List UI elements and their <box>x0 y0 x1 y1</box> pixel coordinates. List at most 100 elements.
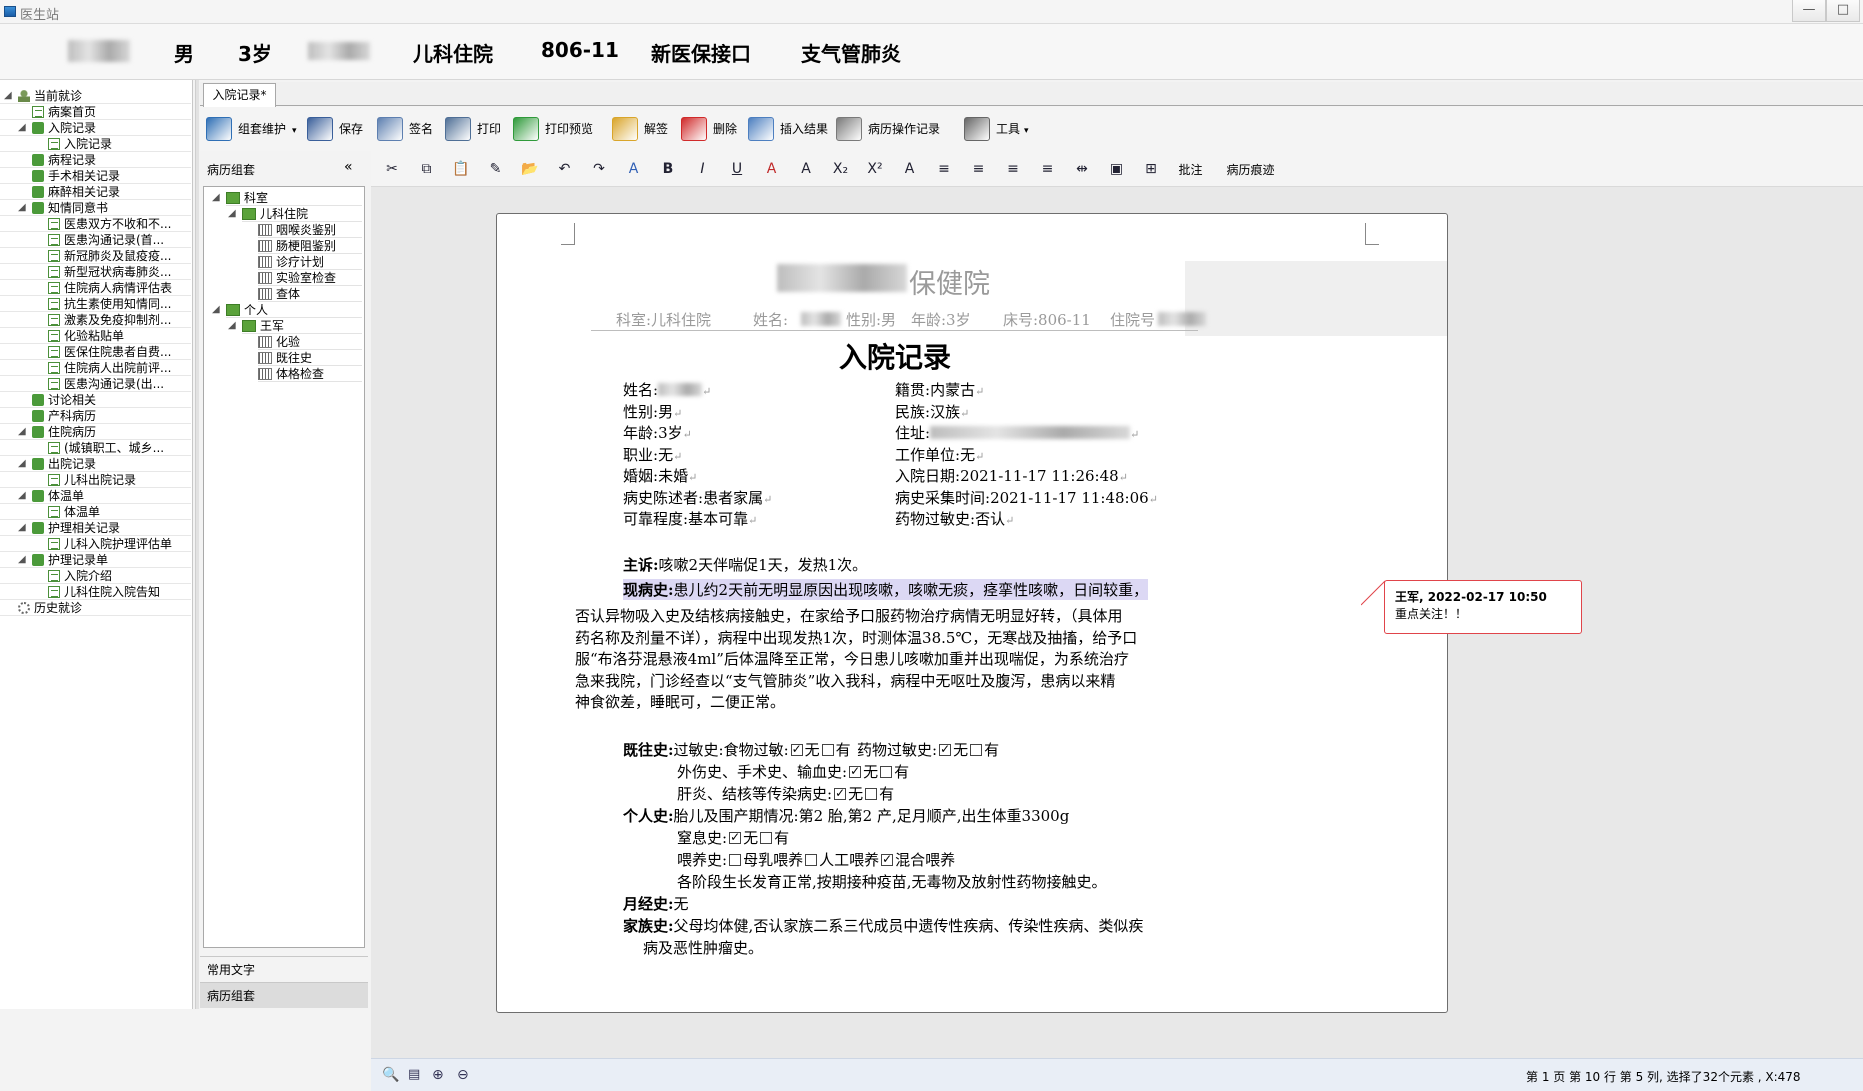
trace-tool-button[interactable]: 病历痕迹 <box>1227 161 1275 178</box>
nav-item[interactable]: 化验粘贴单 <box>0 328 191 344</box>
nav-item[interactable]: 儿科入院护理评估单 <box>0 536 191 552</box>
zoom-page-icon[interactable]: ▤ <box>408 1067 420 1082</box>
hpi-line[interactable]: 神食欲差，睡眠可，二便正常。 <box>575 691 785 712</box>
paste-icon[interactable]: 📋 <box>452 160 470 178</box>
info-field-value[interactable]: 内蒙古 <box>930 381 975 399</box>
hpi-line[interactable]: 否认异物吸入史及结核病接触史，在家给予口服药物治疗病情无明显好转，（具体用 <box>575 605 1123 626</box>
zoom-in-icon[interactable]: 🔍 <box>382 1067 399 1083</box>
expand-icon[interactable]: ◢ <box>18 120 28 135</box>
nav-item[interactable]: 麻醉相关记录 <box>0 184 191 200</box>
trauma-has-checkbox[interactable] <box>880 766 893 778</box>
nav-item[interactable]: 抗生素使用知情同... <box>0 296 191 312</box>
subscript-icon[interactable]: X₂ <box>832 160 850 178</box>
nav-item[interactable]: ◢ 出院记录 <box>0 456 191 472</box>
nav-item[interactable]: 儿科出院记录 <box>0 472 191 488</box>
bold-icon[interactable]: B <box>659 160 677 178</box>
splitter[interactable] <box>195 80 199 1009</box>
nav-item[interactable]: 历史就诊 <box>0 600 191 616</box>
document-page[interactable]: 保健院 科室:儿科住院 姓名: 性别:男 年龄:3岁 床号:806-11 住院号… <box>496 213 1448 1013</box>
info-field-value[interactable]: 无 <box>960 446 975 464</box>
tab-admission-record[interactable]: 入院记录* <box>203 83 276 107</box>
expand-icon[interactable]: ◢ <box>18 552 28 567</box>
table-icon[interactable]: ▣ <box>1108 160 1126 178</box>
nav-item[interactable]: 新型冠状病毒肺炎... <box>0 264 191 280</box>
expand-icon[interactable]: ◢ <box>18 456 28 471</box>
font-icon[interactable]: A <box>625 160 643 178</box>
zoom-plus-icon[interactable]: ⊕ <box>432 1067 444 1083</box>
nav-item[interactable]: 住院病人病情评估表 <box>0 280 191 296</box>
info-field-value[interactable]: 患者家属 <box>703 489 763 507</box>
clear-format-icon[interactable]: A <box>901 160 919 178</box>
hpi-line[interactable]: 急来我院，门诊经查以“支气管肺炎”收入我科，病程中无呕吐及腹泻，患病以来精 <box>575 670 1115 691</box>
nav-item[interactable]: 住院病人出院前评... <box>0 360 191 376</box>
align-left-icon[interactable]: ≡ <box>935 160 953 178</box>
cut-icon[interactable]: ✂ <box>383 160 401 178</box>
undo-icon[interactable]: ↶ <box>556 160 574 178</box>
zoom-minus-icon[interactable]: ⊖ <box>457 1067 469 1083</box>
copy-icon[interactable]: ⧉ <box>418 160 436 178</box>
nav-item[interactable]: 医患沟通记录(首... <box>0 232 191 248</box>
hpi-line[interactable]: 服“布洛芬混悬液4ml”后体温降至正常，今日患儿咳嗽加重并出现喘促，为系统治疗 <box>575 648 1129 669</box>
nav-item[interactable]: ◢ 住院病历 <box>0 424 191 440</box>
food-allergy-has-checkbox[interactable] <box>821 744 834 756</box>
justify-icon[interactable]: ≡ <box>1039 160 1057 178</box>
minimize-button[interactable]: — <box>1792 0 1826 22</box>
superscript-icon[interactable]: X² <box>866 160 884 178</box>
info-field-value[interactable]: 未婚 <box>658 467 688 485</box>
drug-allergy-has-checkbox[interactable] <box>970 744 983 756</box>
mixed-feeding-checkbox[interactable] <box>881 852 894 866</box>
expand-icon[interactable]: ◢ <box>4 88 14 103</box>
nav-item[interactable]: 新冠肺炎及鼠疫疫... <box>0 248 191 264</box>
nav-item[interactable]: 病程记录 <box>0 152 191 168</box>
insert-element-icon[interactable]: ⊞ <box>1142 160 1160 178</box>
info-field-value[interactable]: 汉族 <box>930 403 960 421</box>
info-field-value[interactable]: 无 <box>658 446 673 464</box>
nav-item[interactable]: 手术相关记录 <box>0 168 191 184</box>
highlight-icon[interactable]: A <box>797 160 815 178</box>
info-field-value[interactable]: 2021-11-17 11:26:48 <box>960 467 1119 485</box>
chief-complaint[interactable]: 主诉:咳嗽2天伴喘促1天，发热1次。 <box>623 554 867 575</box>
asphyxia-has-checkbox[interactable] <box>760 832 773 844</box>
info-field-value[interactable]: 男 <box>658 403 673 421</box>
info-field-value[interactable]: 3岁 <box>658 424 683 442</box>
nav-item[interactable]: ◢ 护理记录单 <box>0 552 191 568</box>
drug-allergy-none-checkbox[interactable] <box>939 742 952 756</box>
format-painter-icon[interactable]: ✎ <box>487 160 505 178</box>
italic-icon[interactable]: I <box>694 160 712 178</box>
nav-item[interactable]: ◢ 入院记录 <box>0 120 191 136</box>
expand-icon[interactable]: ◢ <box>18 200 28 215</box>
nav-item[interactable]: 激素及免疫抑制剂... <box>0 312 191 328</box>
comment-box[interactable]: 王军, 2022-02-17 10:50 重点关注！！ <box>1384 580 1582 634</box>
breast-feeding-checkbox[interactable] <box>729 854 742 866</box>
nav-item[interactable]: (城镇职工、城乡... <box>0 440 191 456</box>
font-color-icon[interactable]: A <box>763 160 781 178</box>
nav-item[interactable]: 入院记录 <box>0 136 191 152</box>
trauma-none-checkbox[interactable] <box>849 764 862 778</box>
expand-icon[interactable]: ◢ <box>18 520 28 535</box>
nav-item[interactable]: 医患沟通记录(出... <box>0 376 191 392</box>
hpi-first-line[interactable]: 现病史:患儿约2天前无明显原因出现咳嗽，咳嗽无痰，痉挛性咳嗽，日间较重， <box>623 579 1149 600</box>
info-field-value[interactable]: 否认 <box>975 510 1005 528</box>
underline-icon[interactable]: U <box>728 160 746 178</box>
toolbar-button[interactable]: 工具 ▾ <box>964 115 1029 143</box>
expand-icon[interactable]: ◢ <box>18 424 28 439</box>
nav-item[interactable]: 入院介绍 <box>0 568 191 584</box>
nav-item[interactable]: 医患双方不收和不... <box>0 216 191 232</box>
align-right-icon[interactable]: ≡ <box>1004 160 1022 178</box>
nav-item[interactable]: 体温单 <box>0 504 191 520</box>
redo-icon[interactable]: ↷ <box>590 160 608 178</box>
open-icon[interactable]: 📂 <box>521 160 539 178</box>
infect-none-checkbox[interactable] <box>834 786 847 800</box>
nav-item[interactable]: ◢ 体温单 <box>0 488 191 504</box>
asphyxia-none-checkbox[interactable] <box>729 830 742 844</box>
expand-icon[interactable]: ◢ <box>18 488 28 503</box>
info-field-value[interactable]: 基本可靠 <box>688 510 748 528</box>
food-allergy-none-checkbox[interactable] <box>790 742 803 756</box>
nav-item[interactable]: 医保住院患者自费... <box>0 344 191 360</box>
info-field-value[interactable]: 2021-11-17 11:48:06 <box>990 489 1149 507</box>
nav-item[interactable]: ◢ 当前就诊 <box>0 88 191 104</box>
nav-item[interactable]: 产科病历 <box>0 408 191 424</box>
align-center-icon[interactable]: ≡ <box>970 160 988 178</box>
maximize-button[interactable]: □ <box>1826 0 1860 22</box>
infect-has-checkbox[interactable] <box>865 788 878 800</box>
